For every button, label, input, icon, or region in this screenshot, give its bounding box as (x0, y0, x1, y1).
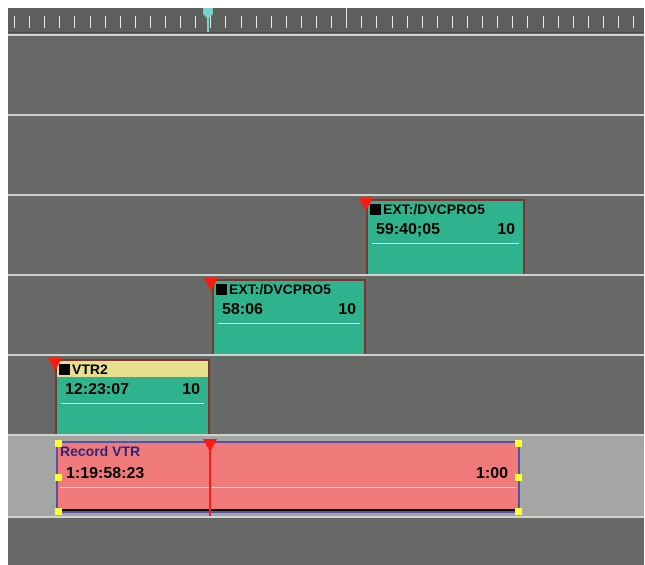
clip-value: 10 (338, 301, 356, 318)
trim-handle-top-right[interactable] (515, 440, 522, 447)
ruler-tick (149, 16, 151, 28)
ruler-tick (633, 16, 635, 28)
ruler-tick (587, 16, 589, 28)
playhead-marker-icon[interactable] (202, 8, 214, 32)
ruler-tick (270, 16, 272, 28)
clip-value: 10 (497, 221, 515, 238)
clip-divider (372, 243, 519, 244)
ruler-tick (376, 16, 378, 28)
record-clip-divider (60, 487, 516, 488)
trim-handle-bottom-right[interactable] (515, 508, 522, 515)
ruler-tick (134, 16, 136, 28)
ruler-tick (59, 16, 61, 28)
ruler-tick (557, 16, 559, 28)
trim-handle-bottom-left[interactable] (55, 508, 62, 515)
clip-header: EXT:/DVCPRO5 (214, 281, 364, 297)
timeline-area[interactable]: EXT:/DVCPRO5 59:40;05 10 EXT:/DVCPRO5 58… (8, 8, 644, 565)
in-point-marker-icon[interactable] (204, 278, 218, 291)
clip-ext-dvcpro-1[interactable]: EXT:/DVCPRO5 59:40;05 10 (366, 199, 525, 277)
ruler-tick (512, 16, 514, 28)
ruler-tick (497, 16, 499, 28)
ruler-tick (180, 16, 182, 28)
ruler-tick (436, 16, 438, 28)
ruler-tick (572, 16, 574, 28)
record-clip-bottom-edge (58, 509, 518, 511)
ruler-tick (542, 16, 544, 28)
trim-handle-mid-left[interactable] (55, 474, 62, 481)
ruler-tick (119, 16, 121, 28)
video-track-5[interactable]: VTR2 12:23:07 10 (8, 354, 644, 437)
clip-divider (61, 403, 204, 404)
record-track[interactable]: Record VTR 1:19:58:23 1:00 (8, 434, 644, 518)
ruler-tick (104, 16, 106, 28)
clip-timecode: 58:06 (222, 301, 263, 318)
clip-label: EXT:/DVCPRO5 (383, 201, 485, 217)
clip-header: VTR2 (57, 361, 208, 377)
clip-timecode: 12:23:07 (65, 381, 130, 398)
clip-timecode: 59:40;05 (376, 221, 441, 238)
video-track-4[interactable]: EXT:/DVCPRO5 58:06 10 (8, 274, 644, 357)
in-point-marker-icon[interactable] (48, 358, 62, 371)
ruler-tick (618, 16, 619, 28)
ruler-tick (467, 16, 468, 28)
ruler-tick (406, 16, 408, 28)
empty-track-bottom[interactable] (8, 516, 644, 565)
record-clip-duration: 1:00 (475, 465, 508, 482)
ruler-tick (285, 16, 287, 28)
video-track-1[interactable] (8, 34, 644, 116)
ruler-tick (240, 16, 242, 28)
clip-label: VTR2 (72, 361, 108, 377)
record-in-line (209, 446, 211, 518)
ruler-tick (255, 16, 257, 28)
clip-value: 10 (182, 381, 200, 398)
ruler-tick (29, 16, 31, 28)
clip-header: EXT:/DVCPRO5 (368, 201, 523, 217)
trim-handle-mid-right[interactable] (515, 474, 522, 481)
ruler-tick (482, 16, 484, 28)
ruler-tick (225, 16, 227, 28)
clip-vtr2[interactable]: VTR2 12:23:07 10 (55, 359, 210, 437)
clip-ext-dvcpro-2[interactable]: EXT:/DVCPRO5 58:06 10 (212, 279, 366, 357)
video-track-3[interactable]: EXT:/DVCPRO5 59:40;05 10 (8, 194, 644, 277)
in-point-marker-icon[interactable] (359, 198, 373, 211)
trim-handle-top-left[interactable] (55, 440, 62, 447)
ruler-tick (451, 16, 453, 28)
ruler-tick (74, 16, 76, 28)
ruler-tick (14, 16, 15, 28)
ruler-tick (527, 16, 529, 28)
record-clip[interactable]: Record VTR 1:19:58:23 1:00 (56, 441, 520, 513)
ruler-tick (391, 16, 393, 28)
ruler-tick (316, 16, 317, 28)
timeline-ruler[interactable] (8, 8, 644, 33)
ruler-tick (165, 16, 166, 28)
ruler-tick (331, 16, 333, 28)
clip-label: EXT:/DVCPRO5 (229, 281, 331, 297)
ruler-tick (300, 16, 302, 28)
ruler-tick (44, 16, 46, 28)
record-clip-label: Record VTR (60, 443, 141, 459)
ruler-tick (195, 16, 197, 28)
ruler-ticks (8, 8, 644, 32)
clip-divider (218, 323, 360, 324)
ruler-tick (346, 8, 348, 28)
video-track-2[interactable] (8, 114, 644, 196)
ruler-tick (421, 16, 423, 28)
ruler-tick (89, 16, 91, 28)
ruler-tick (361, 16, 363, 28)
ruler-tick (602, 16, 604, 28)
record-clip-timecode: 1:19:58:23 (66, 465, 145, 482)
